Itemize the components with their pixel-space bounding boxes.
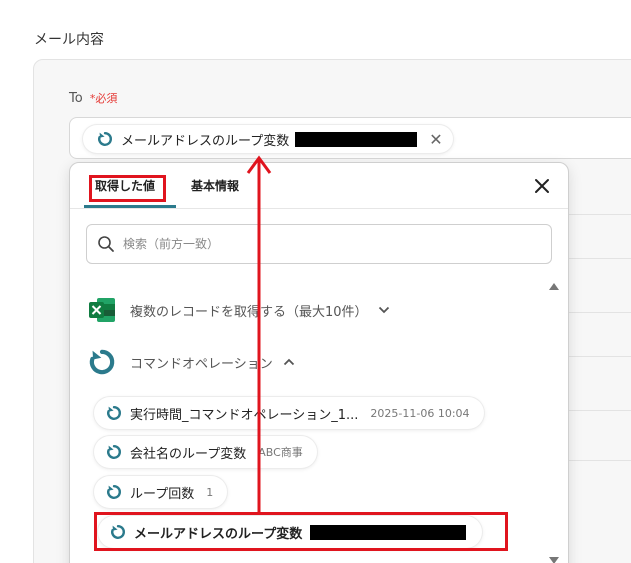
- variable-value: 2025-11-06 10:04: [370, 406, 470, 420]
- variable-chip-loop-count[interactable]: ループ回数 1: [94, 476, 228, 508]
- group-label: 複数のレコードを取得する（最大10件）: [130, 304, 368, 320]
- variable-label: 実行時間_コマンドオペレーション_1...: [130, 407, 359, 423]
- loop-icon: [97, 131, 113, 147]
- loop-icon: [106, 405, 122, 421]
- background-field-divider: [560, 258, 631, 259]
- highlight-box-email-variable: [94, 512, 508, 551]
- active-tab-indicator: [84, 205, 176, 208]
- remove-chip-icon[interactable]: ✕: [429, 130, 442, 149]
- group-command-operation[interactable]: コマンドオペレーション: [88, 348, 295, 376]
- to-field-label: To *必須: [69, 90, 117, 106]
- to-variable-chip[interactable]: メールアドレスのループ変数 ✕: [83, 125, 453, 153]
- variable-value: ABC商事: [258, 446, 303, 459]
- variable-value: 1: [206, 485, 214, 499]
- required-badge: *必須: [90, 92, 118, 105]
- variable-chip-execution-time[interactable]: 実行時間_コマンドオペレーション_1... 2025-11-06 10:04: [94, 397, 484, 429]
- background-field-divider: [560, 312, 631, 313]
- close-icon[interactable]: [530, 174, 554, 198]
- variable-label: 会社名のループ変数: [130, 446, 247, 462]
- required-text: 必須: [95, 92, 118, 105]
- excel-icon: [88, 297, 116, 323]
- chevron-down-icon: [378, 304, 390, 317]
- scrollbar[interactable]: [548, 281, 560, 563]
- variable-picker-panel: 取得した値 基本情報 複数のレコードを取得する（最大10件）: [69, 162, 569, 563]
- loop-icon: [88, 348, 116, 376]
- chevron-up-icon: [283, 356, 295, 369]
- redacted-value: [295, 131, 418, 147]
- search-icon: [97, 235, 115, 253]
- background-field-divider: [560, 214, 631, 215]
- group-label: コマンドオペレーション: [130, 356, 273, 372]
- background-field-divider: [560, 460, 631, 461]
- tab-basic-info[interactable]: 基本情報: [191, 177, 239, 194]
- to-label-text: To: [69, 91, 83, 106]
- variable-chip-company-name[interactable]: 会社名のループ変数 ABC商事: [94, 436, 317, 468]
- group-excel-records[interactable]: 複数のレコードを取得する（最大10件）: [88, 297, 390, 323]
- background-field-divider: [560, 356, 631, 357]
- search-input[interactable]: [123, 237, 523, 251]
- variable-label: ループ回数: [130, 486, 195, 502]
- search-box[interactable]: [86, 224, 552, 264]
- background-field-divider: [560, 410, 631, 411]
- to-chip-label: メールアドレスのループ変数: [121, 133, 290, 149]
- section-title: メール内容: [34, 32, 104, 48]
- loop-icon: [106, 484, 122, 500]
- scroll-down-arrow-icon[interactable]: [549, 557, 559, 563]
- scroll-up-arrow-icon[interactable]: [549, 283, 559, 290]
- loop-icon: [106, 444, 122, 460]
- highlight-box-tab: [89, 175, 166, 202]
